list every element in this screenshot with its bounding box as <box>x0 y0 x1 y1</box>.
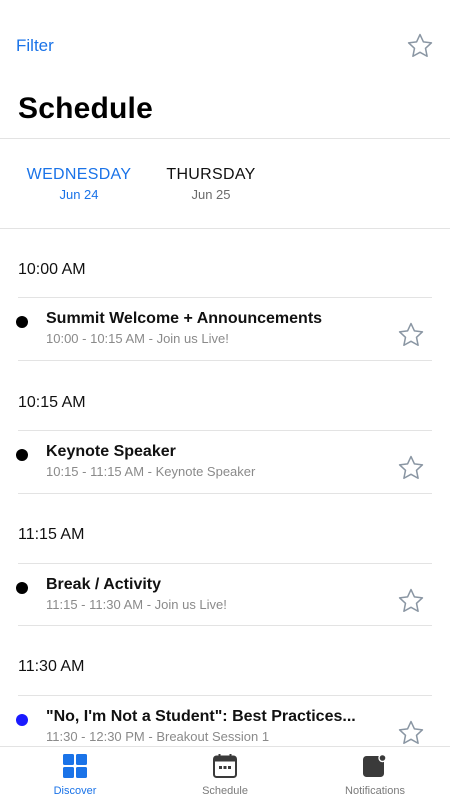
row-divider <box>18 695 432 696</box>
schedule-list[interactable]: 10:00 AM Summit Welcome + Announcements … <box>0 229 450 746</box>
day-date: Jun 25 <box>191 187 231 202</box>
session-subtitle: 11:30 - 12:30 PM - Breakout Session 1 <box>46 729 270 744</box>
session-dot <box>16 714 28 726</box>
tab-label: Discover <box>53 785 97 797</box>
page-title: Schedule <box>18 92 153 125</box>
session-subtitle: 10:00 - 10:15 AM - Join us Live! <box>46 331 229 346</box>
star-icon[interactable] <box>397 321 425 349</box>
header-divider <box>0 138 450 139</box>
time-header: 10:15 AM <box>18 394 86 411</box>
session-row[interactable]: Break / Activity 11:15 - 11:30 AM - Join… <box>0 565 450 627</box>
grid-icon <box>63 754 87 778</box>
session-row[interactable]: Summit Welcome + Announcements 10:00 - 1… <box>0 299 450 361</box>
tab-wednesday[interactable]: WEDNESDAY Jun 24 <box>26 166 132 202</box>
time-header: 11:15 AM <box>18 526 85 543</box>
tab-label: Notifications <box>345 785 405 797</box>
row-divider <box>18 493 432 494</box>
row-divider <box>18 430 432 431</box>
star-icon[interactable] <box>397 454 425 482</box>
row-divider <box>18 297 432 298</box>
session-row[interactable]: "No, I'm Not a Student": Best Practices.… <box>0 697 450 746</box>
top-bar: Filter <box>0 0 450 90</box>
time-header: 10:00 AM <box>18 261 86 278</box>
row-divider <box>18 563 432 564</box>
tab-schedule[interactable]: Schedule <box>165 753 285 797</box>
row-divider <box>18 625 432 626</box>
tab-label: Schedule <box>202 785 248 797</box>
tab-thursday[interactable]: THURSDAY Jun 25 <box>162 166 260 202</box>
star-icon[interactable] <box>397 587 425 615</box>
star-icon[interactable] <box>406 32 434 60</box>
session-title: Break / Activity <box>46 576 162 593</box>
day-date: Jun 24 <box>59 187 99 202</box>
session-title: "No, I'm Not a Student": Best Practices.… <box>46 708 356 725</box>
calendar-icon <box>213 754 237 778</box>
session-dot <box>16 449 28 461</box>
session-dot <box>16 316 28 328</box>
day-name: THURSDAY <box>166 166 256 183</box>
session-row[interactable]: Keynote Speaker 10:15 - 11:15 AM - Keyno… <box>0 432 450 494</box>
row-divider <box>18 360 432 361</box>
session-subtitle: 11:15 - 11:30 AM - Join us Live! <box>46 597 227 612</box>
session-title: Keynote Speaker <box>46 443 176 460</box>
star-icon[interactable] <box>397 719 425 746</box>
filter-button[interactable]: Filter <box>16 36 54 56</box>
tab-notifications[interactable]: Notifications <box>315 753 435 797</box>
session-dot <box>16 582 28 594</box>
notification-badge-icon <box>363 753 387 777</box>
tab-discover[interactable]: Discover <box>15 753 135 797</box>
session-title: Summit Welcome + Announcements <box>46 310 323 327</box>
session-subtitle: 10:15 - 11:15 AM - Keynote Speaker <box>46 464 256 479</box>
day-name: WEDNESDAY <box>26 166 132 183</box>
time-header: 11:30 AM <box>18 658 85 675</box>
day-tabs: WEDNESDAY Jun 24 THURSDAY Jun 25 <box>0 150 450 228</box>
bottom-tab-bar: Discover Schedule Notifications <box>0 746 450 800</box>
